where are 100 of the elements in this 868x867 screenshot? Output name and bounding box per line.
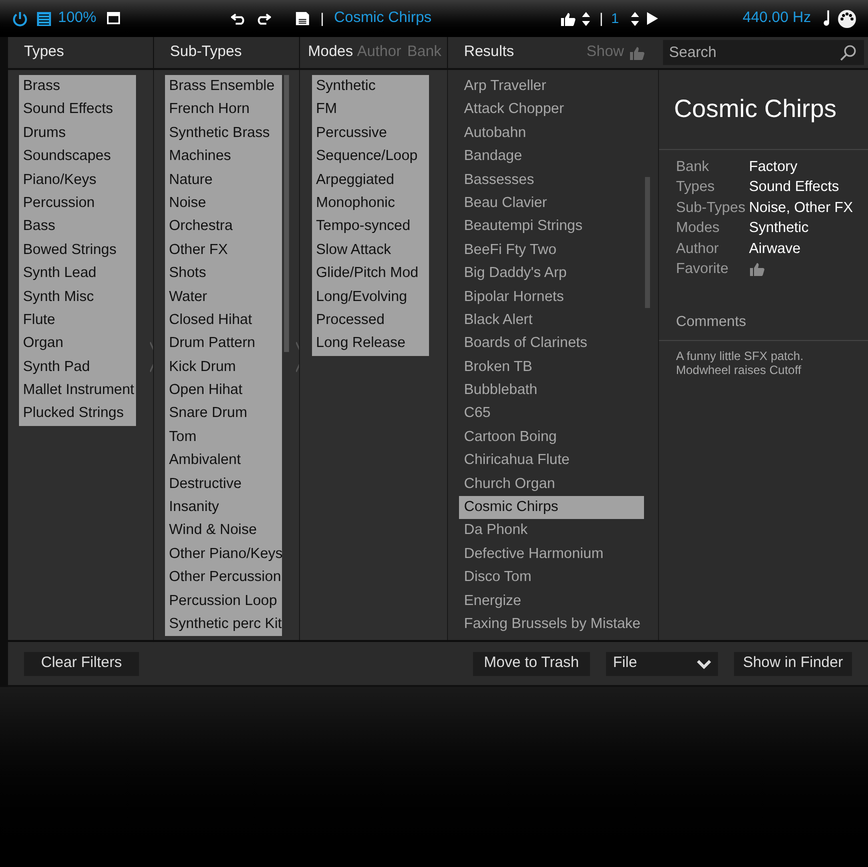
undo-icon[interactable] (231, 12, 246, 24)
list-item[interactable]: Synth Misc (19, 286, 136, 309)
thumbs-up-icon[interactable] (560, 10, 576, 26)
clear-filters-button[interactable]: Clear Filters (24, 652, 139, 676)
list-item[interactable]: Synthetic Brass (165, 122, 282, 146)
list-item[interactable]: Sequence/Loop (312, 145, 429, 169)
list-item[interactable]: Bass (19, 215, 136, 239)
list-item[interactable]: Synth Lead (19, 262, 136, 286)
list-item[interactable]: Long/Evolving (312, 286, 429, 309)
list-item[interactable]: Bassesses (459, 168, 644, 192)
list-item[interactable]: Nature (165, 168, 282, 192)
up-down-icon[interactable] (630, 12, 639, 26)
list-item[interactable]: Other FX (165, 238, 282, 262)
list-item[interactable]: Closed Hihat (165, 308, 282, 332)
list-item[interactable]: Sound Effects (19, 98, 136, 122)
search-field[interactable]: Search (663, 40, 864, 65)
list-item[interactable]: Church Organ (459, 472, 644, 496)
list-item[interactable]: Faxing Brussels by Mistake (459, 612, 644, 636)
thumbs-up-icon[interactable] (629, 44, 645, 60)
list-item[interactable]: Drums (19, 122, 136, 146)
list-item[interactable]: Processed (312, 308, 429, 332)
list-item[interactable]: Energize (459, 590, 644, 613)
list-item[interactable]: Slow Attack (312, 238, 429, 262)
list-item[interactable]: Bowed Strings (19, 238, 136, 262)
zoom-level[interactable]: 100% (58, 7, 96, 30)
list-item[interactable]: French Horn (165, 98, 282, 122)
list-item[interactable]: Drum Pattern (165, 332, 282, 356)
list-item[interactable]: Brass (19, 75, 136, 98)
list-item[interactable]: Arpeggiated (312, 168, 429, 192)
list-item[interactable]: Arp Traveller (459, 75, 644, 98)
list-item[interactable]: Percussion (19, 192, 136, 216)
redo-icon[interactable] (256, 12, 272, 24)
list-item[interactable]: Open Hihat (165, 379, 282, 402)
list-item[interactable]: Percussion Loop (165, 590, 282, 613)
list-item[interactable]: BeeFi Fty Two (459, 238, 644, 262)
thumbs-up-icon[interactable] (749, 261, 765, 278)
search-icon[interactable] (840, 45, 856, 61)
list-item[interactable]: Chiricahua Flute (459, 449, 644, 473)
program-number[interactable]: 1 (611, 8, 619, 29)
list-item[interactable]: Tempo-synced (312, 215, 429, 239)
modes-tab[interactable]: Modes (308, 41, 354, 64)
list-item[interactable]: Piano/Keys (19, 168, 136, 192)
list-item[interactable]: Broken TB (459, 356, 644, 380)
list-item[interactable]: Glide/Pitch Mod (312, 262, 429, 286)
list-item[interactable]: Black Alert (459, 308, 644, 332)
list-item[interactable]: Big Daddy's Arp (459, 262, 644, 286)
save-icon[interactable] (295, 11, 310, 26)
list-item[interactable]: Synthetic (312, 75, 429, 98)
list-item[interactable]: Machines (165, 145, 282, 169)
list-item[interactable]: Autobahn (459, 122, 644, 146)
list-item[interactable]: Long Release (312, 332, 429, 356)
list-item[interactable]: Percussive (312, 122, 429, 146)
list-item[interactable]: Bandage (459, 145, 644, 169)
list-item[interactable]: Snare Drum (165, 402, 282, 426)
list-item[interactable]: Monophonic (312, 192, 429, 216)
list-item[interactable]: Synth Pad (19, 356, 136, 380)
list-item[interactable]: C65 (459, 402, 644, 426)
list-item[interactable]: Wind & Noise (165, 519, 282, 543)
list-item[interactable]: Defective Harmonium (459, 542, 644, 566)
scrollbar[interactable] (284, 75, 289, 352)
list-icon[interactable] (36, 10, 52, 26)
show-in-finder-button[interactable]: Show in Finder (734, 652, 852, 676)
list-item[interactable]: Destructive (165, 472, 282, 496)
list-item[interactable]: Flute (19, 308, 136, 332)
frequency-value[interactable]: 440.00 Hz (742, 7, 811, 30)
list-item[interactable]: Orchestra (165, 215, 282, 239)
list-item[interactable]: Kick Drum (165, 356, 282, 380)
list-item[interactable]: Boards of Clarinets (459, 332, 644, 356)
list-item[interactable]: FM (312, 98, 429, 122)
note-icon[interactable] (821, 10, 830, 27)
move-to-trash-button[interactable]: Move to Trash (472, 652, 590, 676)
list-item[interactable]: Brass Ensemble (165, 75, 282, 98)
list-item[interactable]: Cartoon Boing (459, 426, 644, 450)
list-item[interactable]: Tom (165, 426, 282, 450)
window-icon[interactable] (106, 12, 122, 25)
list-item[interactable]: Plucked Strings (19, 402, 136, 426)
list-item[interactable]: Attack Chopper (459, 98, 644, 122)
up-down-icon[interactable] (582, 12, 590, 26)
list-item[interactable]: Cosmic Chirps (459, 496, 644, 520)
scrollbar[interactable] (645, 177, 650, 308)
list-item[interactable]: Shots (165, 262, 282, 286)
list-item[interactable]: Disco Tom (459, 566, 644, 590)
list-item[interactable]: Bipolar Hornets (459, 286, 644, 309)
power-icon[interactable] (12, 10, 28, 26)
list-item[interactable]: Bubblebath (459, 379, 644, 402)
list-item[interactable]: Organ (19, 332, 136, 356)
list-item[interactable]: Insanity (165, 496, 282, 520)
list-item[interactable]: Water (165, 286, 282, 309)
list-item[interactable]: Ambivalent (165, 449, 282, 473)
midi-icon[interactable] (838, 10, 856, 28)
list-item[interactable]: Other Piano/Keys (165, 542, 282, 566)
list-item[interactable]: Synthetic perc Kit (165, 612, 282, 636)
list-item[interactable]: Noise (165, 192, 282, 216)
list-item[interactable]: Beau Clavier (459, 192, 644, 216)
file-dropdown[interactable]: File (606, 652, 718, 676)
list-item[interactable]: Other Percussion (165, 566, 282, 590)
list-item[interactable]: Mallet Instrument (19, 379, 136, 402)
play-icon[interactable] (646, 12, 658, 25)
list-item[interactable]: Da Phonk (459, 519, 644, 543)
list-item[interactable]: Soundscapes (19, 145, 136, 169)
